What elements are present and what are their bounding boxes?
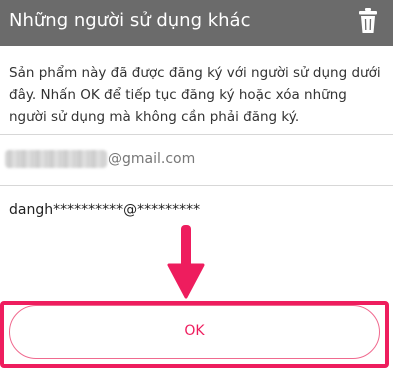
ok-button[interactable]: OK	[9, 305, 380, 359]
user-email[interactable]: dangh**********@*********	[9, 200, 200, 220]
user-email-domain: @gmail.com	[108, 151, 196, 167]
page-title: Những người sử dụng khác	[9, 10, 251, 31]
description-text: Sản phẩm này đã được đăng ký với người s…	[9, 65, 381, 125]
arrow-down-icon	[167, 225, 205, 299]
divider	[0, 185, 393, 186]
title-bar: Những người sử dụng khác	[0, 0, 393, 46]
blurred-email-local-part	[5, 150, 107, 168]
trash-icon[interactable]	[356, 7, 380, 35]
user-item[interactable]: @gmail.com	[0, 135, 393, 185]
